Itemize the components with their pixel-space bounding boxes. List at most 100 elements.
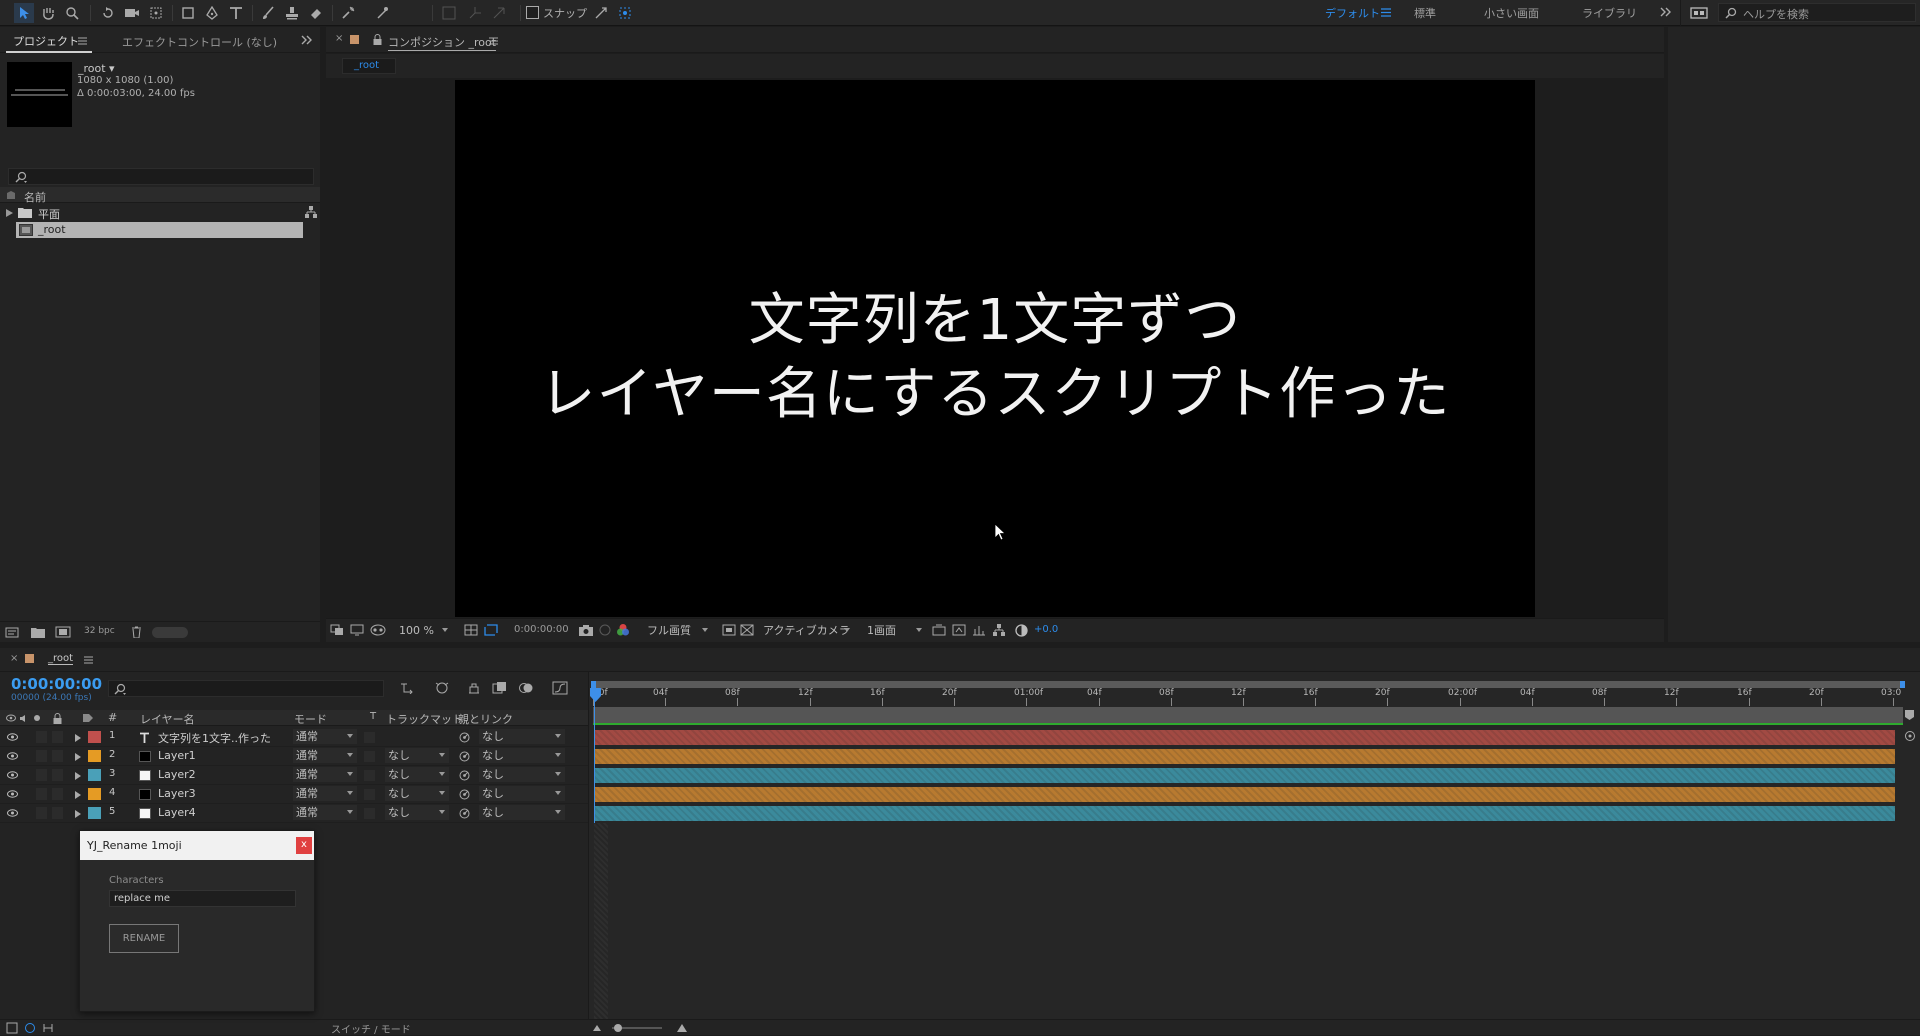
preserve-transparency-switch[interactable]	[364, 789, 375, 800]
comp-button-icon[interactable]	[1903, 730, 1917, 742]
timeline-icon[interactable]	[972, 624, 986, 636]
work-area-end-handle[interactable]	[1900, 681, 1905, 688]
layer-duration-bar[interactable]	[595, 787, 1895, 802]
primary-viewer-icon[interactable]	[350, 624, 364, 636]
interpret-footage-icon[interactable]	[5, 626, 21, 638]
clone-stamp-tool-icon[interactable]	[282, 3, 302, 23]
layer-duration-bar[interactable]	[595, 768, 1895, 783]
pick-whip-icon[interactable]	[458, 788, 470, 800]
rename-button[interactable]: RENAME	[109, 924, 179, 953]
always-preview-icon[interactable]	[330, 624, 344, 636]
resolution-dropdown[interactable]: フル画質	[644, 623, 712, 638]
solo-switch[interactable]	[36, 731, 47, 743]
column-name[interactable]: 名前	[24, 189, 46, 205]
eye-icon[interactable]	[6, 732, 18, 742]
work-area-bar[interactable]	[591, 681, 1905, 688]
expand-arrow-icon[interactable]	[74, 771, 82, 780]
roto-brush-tool-icon[interactable]	[338, 3, 358, 23]
lock-switch[interactable]	[52, 731, 63, 743]
lock-switch[interactable]	[52, 788, 63, 800]
thumbnail-size-slider[interactable]	[152, 627, 188, 638]
project-item-folder[interactable]: 平面	[0, 204, 320, 221]
bit-depth-button[interactable]: 32 bpc	[84, 626, 115, 636]
expand-arrow-icon[interactable]	[74, 809, 82, 818]
preserve-transparency-switch[interactable]	[364, 751, 375, 762]
parent-dropdown[interactable]: なし	[479, 805, 565, 820]
script-close-button[interactable]: x	[296, 837, 312, 854]
region-of-interest-icon[interactable]	[484, 624, 498, 636]
script-panel-titlebar[interactable]: YJ_Rename 1moji x	[80, 831, 314, 860]
expand-arrow-icon[interactable]	[74, 790, 82, 799]
timeline-search-input[interactable]	[108, 680, 384, 697]
layer-name[interactable]: Layer3	[158, 787, 196, 800]
local-axis-icon[interactable]	[440, 4, 458, 22]
layer-label-swatch[interactable]	[88, 807, 101, 819]
layer-row[interactable]: 5 Layer4 通常 なし なし	[0, 804, 588, 823]
expand-arrow-icon[interactable]	[74, 733, 82, 742]
pen-tool-icon[interactable]	[202, 3, 222, 23]
toggle-switches-modes[interactable]: スイッチ / モード	[331, 1021, 411, 1036]
preserve-transparency-switch[interactable]	[364, 808, 375, 819]
in-out-controls-icon[interactable]	[42, 1022, 54, 1034]
layer-row[interactable]: 4 Layer3 通常 なし なし	[0, 785, 588, 804]
draft-3d-icon[interactable]	[434, 681, 450, 695]
layer-name[interactable]: Layer2	[158, 768, 196, 781]
rectangle-tool-icon[interactable]	[178, 3, 198, 23]
motion-blur-icon[interactable]	[518, 681, 534, 695]
blend-mode-dropdown[interactable]: 通常	[293, 786, 357, 801]
pick-whip-icon[interactable]	[458, 807, 470, 819]
snap-feature-icon[interactable]	[616, 4, 634, 22]
snap-edge-icon[interactable]	[592, 4, 610, 22]
snapshot-icon[interactable]	[578, 624, 594, 636]
hand-tool-icon[interactable]	[38, 3, 58, 23]
view-axis-icon[interactable]	[490, 4, 508, 22]
panel-overflow-icon[interactable]	[300, 33, 314, 47]
tab-composition[interactable]: コンポジション _root	[388, 34, 497, 51]
pick-whip-icon[interactable]	[458, 731, 470, 743]
lock-switch[interactable]	[52, 750, 63, 762]
delete-icon[interactable]	[130, 625, 142, 639]
type-tool-icon[interactable]	[226, 3, 246, 23]
time-ruler[interactable]: 00f04f08f12f16f20f01:00f04f08f12f16f20f0…	[593, 688, 1903, 706]
safe-margins-icon[interactable]	[464, 624, 478, 636]
track-matte-dropdown[interactable]: なし	[385, 748, 449, 763]
expand-arrow-icon[interactable]	[74, 752, 82, 761]
layer-label-swatch[interactable]	[88, 788, 101, 800]
workspace-standard[interactable]: 標準	[1414, 5, 1436, 21]
zoom-tool-icon[interactable]	[62, 3, 82, 23]
close-tab-icon[interactable]: ×	[10, 653, 18, 664]
mask-visibility-icon[interactable]	[370, 624, 386, 636]
layer-label-swatch[interactable]	[88, 769, 101, 781]
parent-dropdown[interactable]: なし	[479, 748, 565, 763]
layer-duration-bar[interactable]	[595, 730, 1895, 745]
parent-dropdown[interactable]: なし	[479, 729, 565, 744]
pick-whip-icon[interactable]	[458, 769, 470, 781]
eye-icon[interactable]	[6, 789, 18, 799]
workspace-small-screen[interactable]: 小さい画面	[1484, 5, 1539, 21]
panel-menu-icon[interactable]	[78, 36, 87, 45]
fast-preview-icon[interactable]	[952, 624, 966, 636]
reset-exposure-icon[interactable]	[1014, 623, 1028, 637]
layer-row[interactable]: 1 文字列を1文字..作った 通常 なし	[0, 728, 588, 747]
layer-duration-bar[interactable]	[595, 749, 1895, 764]
tab-effect-controls[interactable]: エフェクトコントロール (なし)	[122, 34, 277, 50]
frame-blending-icon[interactable]	[492, 681, 508, 695]
lock-switch[interactable]	[52, 807, 63, 819]
col-layer-name[interactable]: レイヤー名	[140, 711, 195, 727]
tab-timeline[interactable]: _root	[48, 653, 74, 665]
close-tab-icon[interactable]: ×	[335, 33, 343, 44]
current-time-display[interactable]: 0:00:00:00	[514, 624, 569, 635]
layer-name[interactable]: 文字列を1文字..作った	[158, 730, 271, 746]
time-zoom-slider[interactable]	[612, 1024, 662, 1032]
zoom-in-icon[interactable]	[676, 1022, 688, 1034]
pan-behind-tool-icon[interactable]	[146, 3, 166, 23]
selection-tool-icon[interactable]	[14, 3, 34, 23]
workspace-default[interactable]: デフォルト	[1325, 5, 1380, 21]
preserve-transparency-switch[interactable]	[364, 732, 375, 743]
exposure-value[interactable]: +0.0	[1034, 624, 1058, 635]
solo-switch[interactable]	[36, 750, 47, 762]
help-search-box[interactable]: ヘルプを検索	[1718, 3, 1916, 22]
new-composition-icon[interactable]	[55, 626, 71, 638]
eye-icon[interactable]	[6, 751, 18, 761]
blend-mode-dropdown[interactable]: 通常	[293, 767, 357, 782]
